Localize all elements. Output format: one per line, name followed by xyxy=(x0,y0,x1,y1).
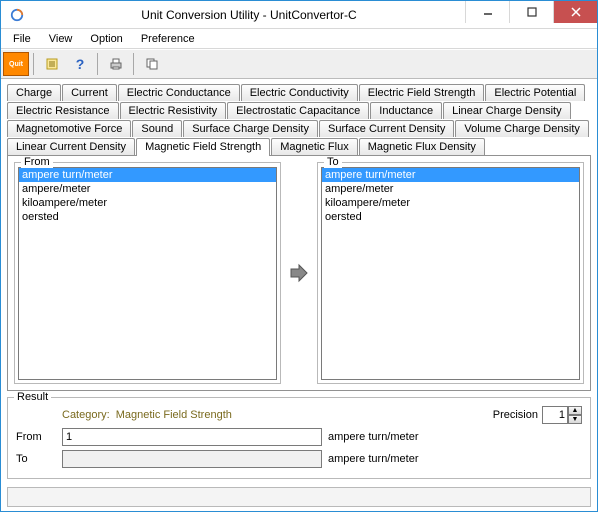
maximize-button[interactable] xyxy=(509,1,553,23)
menu-file[interactable]: File xyxy=(5,31,39,47)
list-item[interactable]: ampere turn/meter xyxy=(322,168,579,182)
result-legend: Result xyxy=(14,391,51,403)
menu-preference[interactable]: Preference xyxy=(133,31,203,47)
from-fieldset: From ampere turn/meterampere/meterkiloam… xyxy=(14,162,281,384)
print-button[interactable] xyxy=(103,52,129,76)
category-tab[interactable]: Electric Resistivity xyxy=(120,102,227,119)
from-label: From xyxy=(16,431,56,443)
list-item[interactable]: ampere/meter xyxy=(19,182,276,196)
toolbar: Quit ? xyxy=(1,49,597,79)
category-tabs: ChargeCurrentElectric ConductanceElectri… xyxy=(7,83,591,155)
separator-icon xyxy=(97,53,99,75)
window-title: Unit Conversion Utility - UnitConvertor-… xyxy=(33,8,465,22)
arrow-right-icon xyxy=(287,261,311,285)
category-tab[interactable]: Magnetic Field Strength xyxy=(136,138,270,156)
to-unit-label: ampere turn/meter xyxy=(328,453,418,465)
to-listbox[interactable]: ampere turn/meterampere/meterkiloampere/… xyxy=(321,167,580,380)
separator-icon xyxy=(33,53,35,75)
to-legend: To xyxy=(324,156,342,168)
category-tab[interactable]: Electric Conductivity xyxy=(241,84,358,101)
category-tab[interactable]: Surface Charge Density xyxy=(183,120,318,137)
precision-input[interactable] xyxy=(542,406,568,424)
titlebar: Unit Conversion Utility - UnitConvertor-… xyxy=(1,1,597,29)
category-tab[interactable]: Magnetomotive Force xyxy=(7,120,131,137)
to-fieldset: To ampere turn/meterampere/meterkiloampe… xyxy=(317,162,584,384)
from-listbox[interactable]: ampere turn/meterampere/meterkiloampere/… xyxy=(18,167,277,380)
app-icon xyxy=(7,5,27,25)
category-tab[interactable]: Current xyxy=(62,84,117,101)
spinner-up-icon[interactable]: ▲ xyxy=(568,406,582,415)
category-tab[interactable]: Electrostatic Capacitance xyxy=(227,102,369,119)
list-item[interactable]: kiloampere/meter xyxy=(322,196,579,210)
from-legend: From xyxy=(21,156,53,168)
app-window: Unit Conversion Utility - UnitConvertor-… xyxy=(0,0,598,512)
precision-label: Precision xyxy=(493,409,538,421)
category-tab[interactable]: Volume Charge Density xyxy=(455,120,589,137)
separator-icon xyxy=(133,53,135,75)
category-tab[interactable]: Linear Current Density xyxy=(7,138,135,155)
tab-page: SOFTPEDIA From ampere turn/meterampere/m… xyxy=(7,155,591,391)
category-tab[interactable]: Magnetic Flux xyxy=(271,138,357,155)
category-value: Magnetic Field Strength xyxy=(116,409,232,421)
category-tab[interactable]: Linear Charge Density xyxy=(443,102,570,119)
exit-button[interactable]: Quit xyxy=(3,52,29,76)
category-tab[interactable]: Inductance xyxy=(370,102,442,119)
result-fieldset: Result Category: Magnetic Field Strength… xyxy=(7,397,591,479)
list-item[interactable]: oersted xyxy=(19,210,276,224)
window-buttons xyxy=(465,1,597,23)
arrow-column xyxy=(285,162,313,384)
close-button[interactable] xyxy=(553,1,597,23)
category-tab[interactable]: Magnetic Flux Density xyxy=(359,138,485,155)
to-label: To xyxy=(16,453,56,465)
category-tab[interactable]: Surface Current Density xyxy=(319,120,454,137)
category-tab[interactable]: Electric Potential xyxy=(485,84,585,101)
list-item[interactable]: kiloampere/meter xyxy=(19,196,276,210)
list-item[interactable]: ampere turn/meter xyxy=(19,168,276,182)
minimize-button[interactable] xyxy=(465,1,509,23)
from-unit-label: ampere turn/meter xyxy=(328,431,418,443)
category-tab[interactable]: Electric Resistance xyxy=(7,102,119,119)
content-area: ChargeCurrentElectric ConductanceElectri… xyxy=(1,79,597,485)
spinner-down-icon[interactable]: ▼ xyxy=(568,415,582,424)
copy-button[interactable] xyxy=(139,52,165,76)
category-tab[interactable]: Electric Field Strength xyxy=(359,84,485,101)
to-value-output xyxy=(62,450,322,468)
options-button[interactable] xyxy=(39,52,65,76)
category-label xyxy=(16,409,56,421)
list-item[interactable]: oersted xyxy=(322,210,579,224)
menubar: File View Option Preference xyxy=(1,29,597,49)
menu-view[interactable]: View xyxy=(41,31,81,47)
precision-spinner[interactable]: ▲ ▼ xyxy=(542,406,582,424)
category-tab[interactable]: Sound xyxy=(132,120,182,137)
from-value-input[interactable] xyxy=(62,428,322,446)
menu-option[interactable]: Option xyxy=(82,31,130,47)
category-tab[interactable]: Electric Conductance xyxy=(118,84,240,101)
statusbar xyxy=(7,487,591,507)
list-item[interactable]: ampere/meter xyxy=(322,182,579,196)
category-tab[interactable]: Charge xyxy=(7,84,61,101)
category-caption: Category: xyxy=(62,409,110,421)
help-button[interactable]: ? xyxy=(67,52,93,76)
